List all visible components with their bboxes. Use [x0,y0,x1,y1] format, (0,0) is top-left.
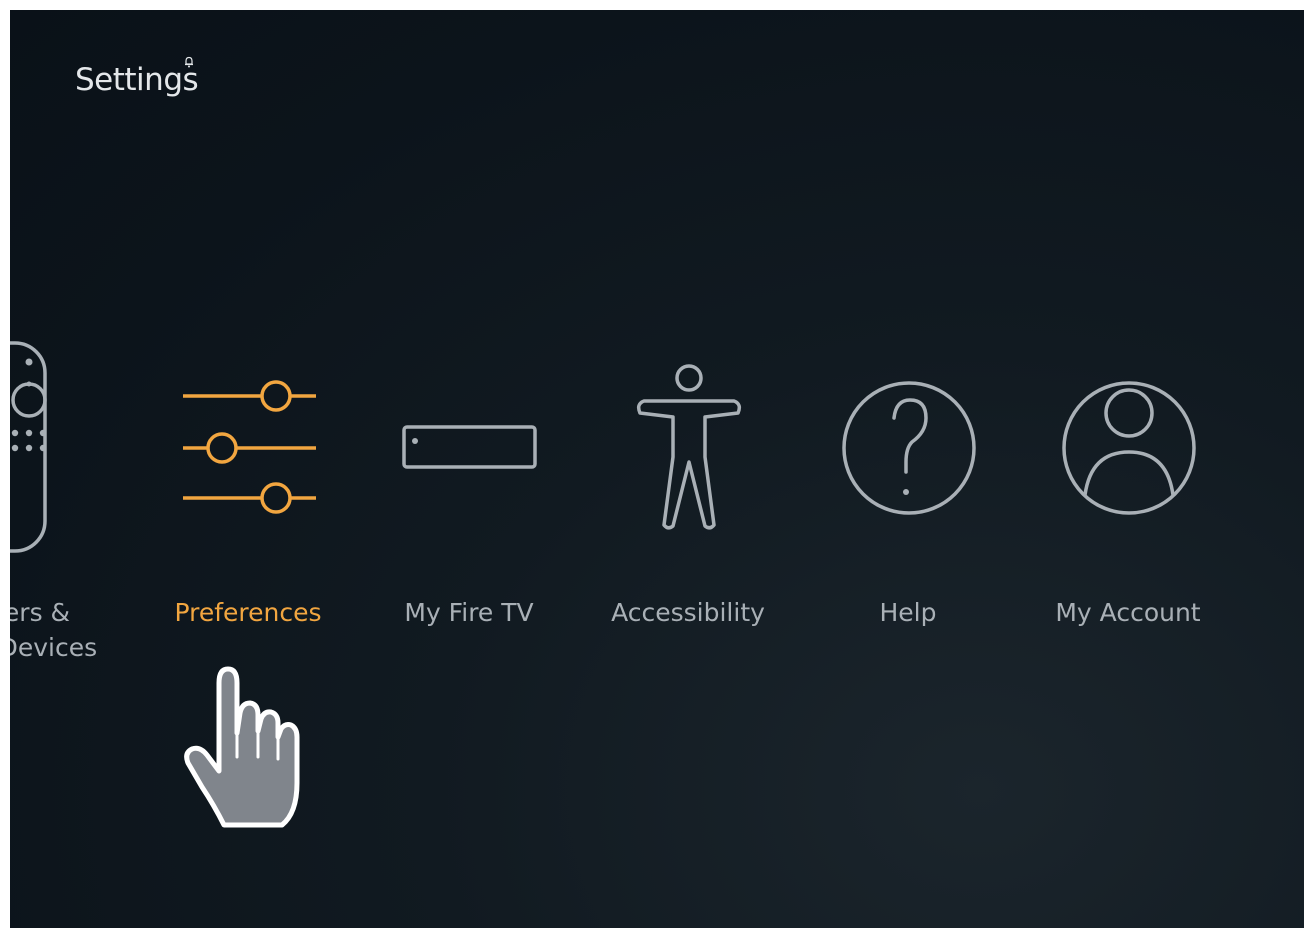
remote-icon [10,341,47,553]
account-user-icon [1062,381,1196,515]
menu-item-label: My Fire TV [404,598,534,627]
menu-item-label: Accessibility [611,598,765,627]
menu-item-preferences[interactable]: Preferences [138,340,358,700]
accessibility-person-icon [636,364,742,530]
page-title: Settings [75,62,199,98]
settings-screen: Settings rollers & th Devices [10,10,1304,928]
menu-item-help[interactable]: Help [798,340,1018,700]
menu-item-label: Preferences [174,598,322,627]
hand-pointer-icon [184,666,300,828]
sliders-icon [183,380,316,514]
menu-item-my-account[interactable]: My Account [1018,340,1238,700]
fire-tv-device-icon [402,425,537,469]
menu-item-label: Help [879,598,937,627]
menu-item-label: My Account [1055,598,1201,627]
help-question-icon [842,381,976,515]
menu-item-accessibility[interactable]: Accessibility [578,340,798,700]
menu-item-my-fire-tv[interactable]: My Fire TV [359,340,579,700]
notification-bell-icon [185,56,193,68]
